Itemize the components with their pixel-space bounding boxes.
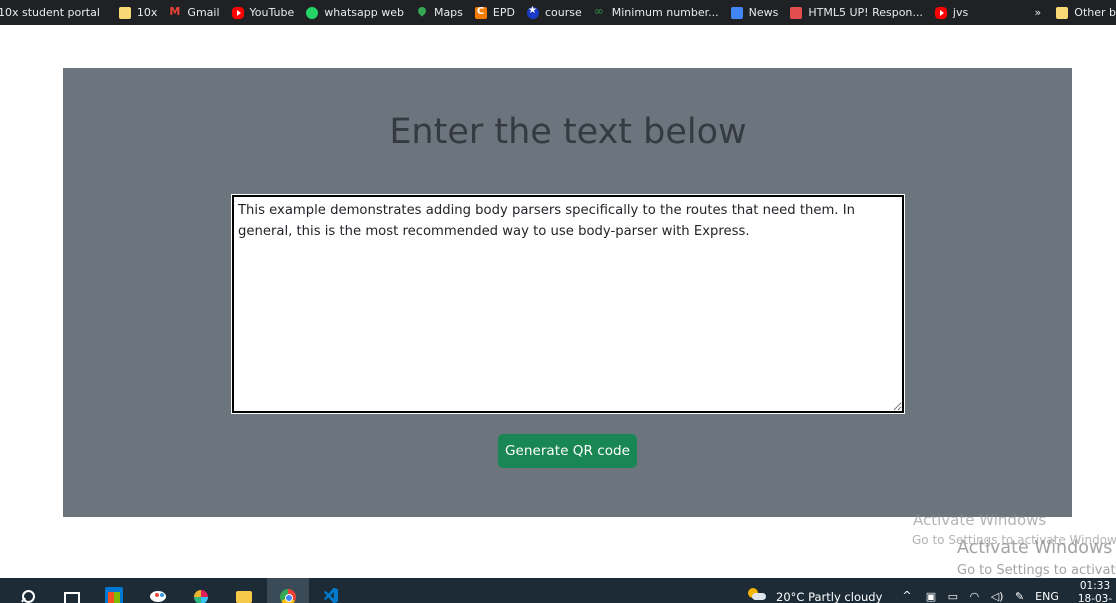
bookmark-news[interactable]: News xyxy=(726,0,786,25)
search-icon xyxy=(19,582,37,603)
paint-icon xyxy=(149,582,167,602)
bookmarks-bar: 10x student portal 10x Gmail YouTube wha… xyxy=(0,0,1116,25)
task-view-icon xyxy=(61,582,80,603)
bookmark-label: 10x xyxy=(136,6,158,19)
bookmark-other-bookmarks[interactable]: Other b xyxy=(1051,0,1116,25)
text-input-area[interactable]: This example demonstrates adding body pa… xyxy=(231,194,905,414)
folder-icon xyxy=(235,582,253,603)
bookmark-label: Gmail xyxy=(187,6,220,19)
gmail-icon xyxy=(169,5,181,19)
gfg-icon xyxy=(594,4,606,19)
bookmark-epd[interactable]: EPD xyxy=(470,0,522,25)
meet-now-icon[interactable]: ▣ xyxy=(926,590,936,603)
bookmark-whatsapp[interactable]: whatsapp web xyxy=(301,0,411,25)
bookmark-label: Minimum number... xyxy=(611,6,719,19)
battery-icon[interactable]: ▭ xyxy=(948,590,958,603)
bookmark-label: course xyxy=(544,6,582,19)
whatsapp-icon xyxy=(306,6,319,19)
slack-icon xyxy=(192,582,210,603)
page-heading: Enter the text below xyxy=(389,112,747,152)
taskbar-taskview-button[interactable] xyxy=(56,578,84,603)
chevron-double-right-icon: » xyxy=(1034,6,1042,19)
partly-cloudy-icon xyxy=(748,582,766,600)
taskbar-chrome-button[interactable] xyxy=(267,578,309,603)
epd-icon xyxy=(474,6,487,19)
taskbar-file-explorer-button[interactable] xyxy=(230,578,258,603)
news-icon xyxy=(730,6,743,19)
taskbar-search-button[interactable] xyxy=(14,578,42,603)
bookmark-label: EPD xyxy=(492,6,515,19)
wifi-icon[interactable]: ◠ xyxy=(970,590,980,603)
bookmark-10x[interactable]: 10x xyxy=(114,0,165,25)
bookmark-label: 10x student portal xyxy=(0,6,100,19)
bookmark-10x-student-portal[interactable]: 10x student portal xyxy=(0,0,107,25)
volume-icon[interactable]: ◁) xyxy=(991,590,1004,603)
bookmark-jvs[interactable]: jvs xyxy=(930,0,975,25)
bookmark-maps[interactable]: Maps xyxy=(411,0,470,25)
clock-date: 18-03-202 xyxy=(1077,593,1113,603)
weather-widget[interactable]: 20°C Partly cloudy xyxy=(748,578,898,603)
youtube-icon xyxy=(231,6,244,19)
clock[interactable]: 01:33 18-03-202 xyxy=(1070,580,1116,603)
windows-taskbar: 20°C Partly cloudy ^ ▣ ▭ ◠ ◁) ✎ ENG 01:3… xyxy=(0,578,1116,603)
bookmark-label: Other b xyxy=(1074,6,1116,19)
bookmark-label: News xyxy=(748,6,779,19)
generate-qr-button[interactable]: Generate QR code xyxy=(498,434,637,468)
language-indicator[interactable]: ENG xyxy=(1034,578,1060,603)
clock-time: 01:33 xyxy=(1079,580,1111,592)
bookmark-label: whatsapp web xyxy=(324,6,404,19)
pen-icon[interactable]: ✎ xyxy=(1015,590,1024,603)
bookmark-course[interactable]: course xyxy=(522,0,589,25)
html5up-icon xyxy=(790,6,803,19)
bookmark-html5up[interactable]: HTML5 UP! Respon... xyxy=(785,0,930,25)
star-icon xyxy=(526,5,539,19)
bookmark-label: YouTube xyxy=(249,6,295,19)
bookmark-youtube[interactable]: YouTube xyxy=(227,0,302,25)
folder-icon xyxy=(118,6,131,19)
taskbar-slack-button[interactable] xyxy=(187,578,215,603)
store-icon xyxy=(105,586,123,603)
bookmark-label: Maps xyxy=(433,6,463,19)
bookmark-label: jvs xyxy=(952,6,969,19)
taskbar-store-button[interactable] xyxy=(100,578,128,603)
folder-icon xyxy=(1056,6,1069,19)
activate-windows-subtitle: Go to Settings to activat xyxy=(957,563,1116,578)
bookmarks-overflow-button[interactable]: » xyxy=(1025,0,1052,25)
vscode-icon xyxy=(322,582,340,600)
activate-windows-title: Activate Windows xyxy=(913,511,1047,529)
bookmark-gmail[interactable]: Gmail xyxy=(164,0,226,25)
taskbar-vscode-button[interactable] xyxy=(317,578,345,603)
activate-windows-title: Activate Windows xyxy=(957,538,1113,558)
system-tray: ▣ ▭ ◠ ◁) ✎ xyxy=(920,578,1030,603)
weather-text: 20°C Partly cloudy xyxy=(776,589,883,603)
youtube-icon xyxy=(934,6,947,19)
maps-icon xyxy=(416,7,428,19)
chrome-icon xyxy=(279,582,297,603)
bookmark-label: HTML5 UP! Respon... xyxy=(808,6,923,19)
taskbar-paint-button[interactable] xyxy=(144,578,172,603)
bookmark-minimum-number[interactable]: Minimum number... xyxy=(589,0,726,25)
tray-overflow-icon[interactable]: ^ xyxy=(900,578,914,603)
